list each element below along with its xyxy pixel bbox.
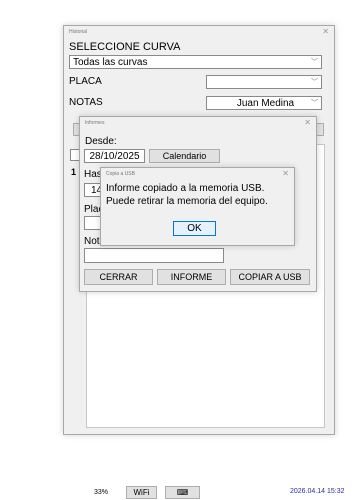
desde-label: Desde: (85, 136, 117, 147)
dialog-close-icon[interactable]: ✕ (282, 169, 289, 178)
placa-label: PLACA (69, 76, 102, 87)
chevron-down-icon: ﹀ (311, 59, 318, 66)
historial-close-icon[interactable]: ✕ (322, 27, 329, 36)
dialog-message-line2: Puede retirar la memoria del equipo. (106, 196, 268, 207)
curva-select[interactable]: Todas las curvas ﹀ (69, 55, 322, 69)
notas-select-value: Juan Medina (236, 98, 295, 109)
ok-button[interactable]: OK (173, 221, 216, 236)
wifi-button[interactable]: WiFi (126, 486, 157, 499)
cerrar-button[interactable]: CERRAR (84, 269, 153, 285)
historial-title: Historial (69, 29, 88, 35)
keyboard-button[interactable]: ⌨ (165, 486, 200, 499)
datetime: 2026.04.14 15:32 (290, 488, 345, 495)
desde-date-value: 28/10/2025 (89, 151, 140, 162)
calendario-button[interactable]: Calendario (149, 149, 220, 163)
informes-close-icon[interactable]: ✕ (304, 118, 311, 127)
chevron-down-icon: ﹀ (311, 100, 318, 107)
placa-select[interactable]: ﹀ (206, 75, 322, 89)
taskbar: 33% WiFi ⌨ 2026.04.14 15:32 (0, 481, 352, 500)
notas-label: NOTAS (69, 97, 103, 108)
copiar-usb-button[interactable]: COPIAR A USB (230, 269, 310, 285)
desde-date-field[interactable]: 28/10/2025 (84, 149, 145, 163)
dialog-message-line1: Informe copiado a la memoria USB. (106, 183, 265, 194)
notas-select[interactable]: Juan Medina ﹀ (206, 96, 322, 110)
copia-usb-dialog: Copia a USB ✕ Informe copiado a la memor… (100, 167, 295, 246)
keyboard-icon: ⌨ (176, 488, 189, 497)
chevron-down-icon: ﹀ (311, 79, 318, 86)
curva-label: SELECCIONE CURVA (69, 41, 181, 53)
dialog-title: Copia a USB (106, 171, 135, 177)
curva-select-value: Todas las curvas (73, 57, 148, 68)
battery-indicator: 33% (94, 489, 109, 496)
informes-title: Informes (85, 120, 105, 126)
informe-button[interactable]: INFORME (157, 269, 226, 285)
notas-input[interactable] (84, 248, 224, 263)
historial-row-marker: 1 (71, 167, 77, 177)
